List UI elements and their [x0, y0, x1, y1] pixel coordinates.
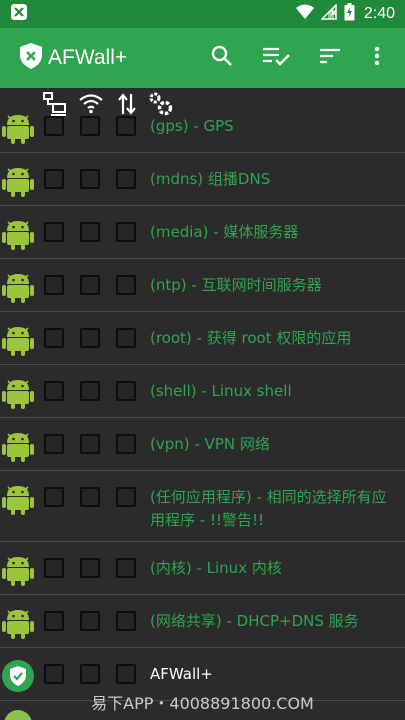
lan-checkbox[interactable] — [44, 328, 64, 348]
watermark: 易下APP・4008891800.COM — [91, 694, 314, 713]
sort-icon — [319, 47, 341, 69]
app-label: (内核) - Linux 内核 — [150, 559, 282, 577]
mobile-data-checkbox[interactable] — [116, 328, 136, 348]
mobile-data-checkbox[interactable] — [116, 611, 136, 631]
search-button[interactable] — [195, 34, 249, 82]
app-label: (mdns) 组播DNS — [150, 170, 271, 188]
app-label: (media) - 媒体服务器 — [150, 223, 299, 241]
android-icon — [2, 552, 34, 586]
mobile-data-checkbox[interactable] — [116, 664, 136, 684]
afwall-logo-icon — [20, 43, 42, 73]
app-row[interactable]: (shell) - Linux shell — [0, 365, 405, 418]
app-row[interactable]: (root) - 获得 root 权限的应用 — [0, 312, 405, 365]
lan-checkbox[interactable] — [44, 222, 64, 242]
android-icon — [2, 110, 34, 144]
wifi-checkbox[interactable] — [80, 222, 100, 242]
more-vert-icon — [374, 46, 380, 70]
wifi-checkbox[interactable] — [80, 169, 100, 189]
mobile-data-checkbox[interactable] — [116, 275, 136, 295]
mobile-data-checkbox[interactable] — [116, 487, 136, 507]
wifi-checkbox[interactable] — [80, 611, 100, 631]
mobile-data-checkbox[interactable] — [116, 434, 136, 454]
playlist-check-icon — [262, 46, 290, 70]
mobile-data-checkbox[interactable] — [116, 558, 136, 578]
search-icon — [211, 45, 233, 71]
lan-checkbox[interactable] — [44, 434, 64, 454]
android-icon — [2, 481, 34, 515]
vpn-settings-icon[interactable] — [148, 91, 174, 117]
app-row[interactable]: (mdns) 组播DNS — [0, 153, 405, 206]
status-time: 2:40 — [363, 5, 395, 22]
app-label: (root) - 获得 root 权限的应用 — [150, 329, 352, 347]
android-icon — [2, 428, 34, 462]
app-row[interactable]: (vpn) - VPN 网络 — [0, 418, 405, 471]
app-label: (gps) - GPS — [150, 117, 234, 135]
wifi-checkbox[interactable] — [80, 664, 100, 684]
lan-checkbox[interactable] — [44, 611, 64, 631]
app-list: (gps) - GPS (mdns) 组播DNS (media) - 媒体服务器 (n… — [0, 100, 405, 701]
mobile-data-checkbox[interactable] — [116, 116, 136, 136]
afwall-shield-icon — [2, 660, 34, 694]
app-label: AFWall+ — [150, 665, 213, 683]
wifi-checkbox[interactable] — [80, 116, 100, 136]
wifi-icon[interactable] — [78, 91, 104, 117]
mobile-data-checkbox[interactable] — [116, 222, 136, 242]
wifi-checkbox[interactable] — [80, 487, 100, 507]
app-label: (vpn) - VPN 网络 — [150, 435, 270, 453]
mobile-data-checkbox[interactable] — [116, 169, 136, 189]
android-icon — [2, 216, 34, 250]
lan-checkbox[interactable] — [44, 664, 64, 684]
apply-button[interactable] — [249, 34, 303, 82]
lan-checkbox[interactable] — [44, 169, 64, 189]
mobile-data-icon[interactable] — [114, 91, 140, 117]
wifi-icon — [295, 4, 314, 24]
app-row[interactable]: (ntp) - 互联网时间服务器 — [0, 259, 405, 312]
android-icon — [2, 322, 34, 356]
wifi-checkbox[interactable] — [80, 275, 100, 295]
mobile-data-checkbox[interactable] — [116, 381, 136, 401]
app-row[interactable]: (任何应用程序) - 相同的选择所有应用程序 - !!警告!! — [0, 471, 405, 542]
lan-icon[interactable] — [42, 91, 68, 117]
lan-checkbox[interactable] — [44, 381, 64, 401]
app-bar: AFWall+ — [0, 28, 405, 88]
column-headers — [0, 88, 405, 117]
wifi-checkbox[interactable] — [80, 381, 100, 401]
wifi-checkbox[interactable] — [80, 328, 100, 348]
signal-icon — [320, 3, 337, 24]
wifi-checkbox[interactable] — [80, 558, 100, 578]
next-app-icon-peek — [2, 707, 34, 720]
android-icon — [2, 375, 34, 409]
app-label: (shell) - Linux shell — [150, 382, 292, 400]
app-label: (任何应用程序) - 相同的选择所有应用程序 - !!警告!! — [150, 488, 387, 529]
lan-checkbox[interactable] — [44, 275, 64, 295]
app-title: AFWall+ — [48, 46, 128, 69]
app-row[interactable]: (网络共享) - DHCP+DNS 服务 — [0, 595, 405, 648]
android-icon — [2, 163, 34, 197]
app-label: (ntp) - 互联网时间服务器 — [150, 276, 322, 294]
lan-checkbox[interactable] — [44, 487, 64, 507]
android-icon — [2, 605, 34, 639]
app-label: (网络共享) - DHCP+DNS 服务 — [150, 612, 359, 630]
lan-checkbox[interactable] — [44, 558, 64, 578]
android-icon — [2, 269, 34, 303]
more-options-button[interactable] — [357, 34, 397, 82]
notification-x-icon — [10, 3, 28, 25]
sort-button[interactable] — [303, 34, 357, 82]
status-bar: 2:40 — [0, 0, 405, 28]
app-row[interactable]: (media) - 媒体服务器 — [0, 206, 405, 259]
wifi-checkbox[interactable] — [80, 434, 100, 454]
battery-charging-icon — [344, 3, 355, 25]
app-row[interactable]: (内核) - Linux 内核 — [0, 542, 405, 595]
lan-checkbox[interactable] — [44, 116, 64, 136]
